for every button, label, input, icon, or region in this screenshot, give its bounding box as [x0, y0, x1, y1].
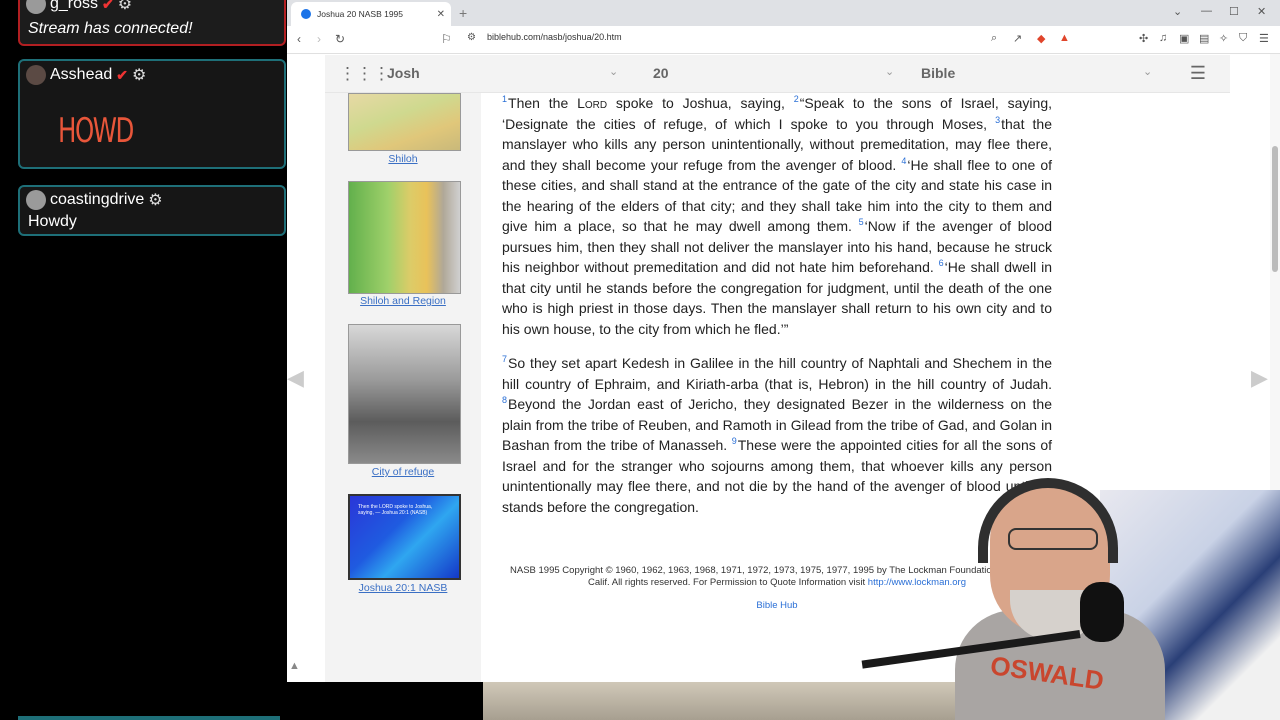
media-icon[interactable]: ♫	[1159, 32, 1167, 44]
paragraph: 1Then the Lord spoke to Joshua, saying, …	[502, 93, 1052, 339]
chat-message: Asshead ✔ ⚙ HOWD	[18, 59, 286, 169]
gear-icon: ⚙	[148, 192, 163, 209]
new-tab-icon[interactable]: +	[459, 5, 467, 21]
chat-header: Asshead ✔ ⚙	[26, 65, 146, 85]
gear-icon: ⚙	[117, 0, 133, 13]
verse-number[interactable]: 5	[859, 217, 864, 227]
chat-username: g_ross	[50, 0, 99, 12]
scroll-top-arrow-icon[interactable]: ▲	[289, 660, 300, 672]
chapter-text: 1Then the Lord spoke to Joshua, saying, …	[502, 93, 1052, 531]
thumbnail-caption[interactable]: Shiloh	[325, 153, 481, 165]
chat-text: HOWD	[58, 111, 134, 151]
chat-text: Stream has connected!	[28, 20, 193, 37]
overlay-divider	[18, 716, 280, 720]
verse-image-thumbnail[interactable]: Then the LORD spoke to Joshua, saying, —…	[348, 494, 461, 580]
close-icon[interactable]: ✕	[437, 9, 445, 20]
back-icon[interactable]: ‹	[297, 32, 301, 46]
verified-check-icon: ✔	[116, 66, 128, 83]
shield-icon[interactable]: ◆	[1037, 32, 1045, 45]
chat-message: g_ross ✔ ⚙ Stream has connected!	[18, 0, 286, 46]
chat-header: g_ross ✔ ⚙	[26, 0, 132, 14]
chevron-down-icon[interactable]: ⌄	[609, 65, 618, 78]
notification-icon[interactable]: ▲	[1059, 32, 1070, 44]
chat-text: Howdy	[28, 213, 77, 230]
verse-number[interactable]: 1	[502, 94, 507, 104]
chat-message: coastingdrive ⚙ Howdy	[18, 185, 286, 236]
verse-image-text: Then the LORD spoke to Joshua, saying, —…	[358, 504, 433, 516]
thumbnail-caption[interactable]: Shiloh and Region	[325, 295, 481, 307]
avatar	[26, 0, 46, 14]
prev-chapter-arrow-icon[interactable]: ◀	[287, 365, 304, 391]
verse-text: Then the	[508, 95, 578, 111]
share-icon[interactable]: ↗	[1013, 32, 1022, 45]
site-info-icon[interactable]: ⚙	[467, 32, 476, 43]
map-thumbnail[interactable]	[348, 93, 461, 151]
minimize-icon[interactable]: —	[1201, 5, 1212, 17]
headphones-icon	[978, 478, 1118, 563]
tab-bar: Joshua 20 NASB 1995 ✕ + ⌄ — ☐ ✕	[287, 0, 1280, 26]
verse-number[interactable]: 6	[939, 258, 944, 268]
verse-number[interactable]: 4	[901, 156, 906, 166]
map-thumbnail[interactable]	[348, 181, 461, 294]
favicon-icon	[301, 9, 311, 19]
gear-icon: ⚙	[132, 67, 147, 84]
chat-username: coastingdrive	[50, 191, 145, 208]
forward-icon[interactable]: ›	[317, 32, 321, 46]
address-bar[interactable]: biblehub.com/nasb/joshua/20.htm	[487, 32, 622, 42]
webcam-feed: OSWALD	[860, 470, 1280, 720]
verse-number[interactable]: 9	[732, 436, 737, 446]
chevron-down-icon[interactable]: ⌄	[885, 65, 894, 78]
book-select[interactable]: Josh	[387, 65, 420, 81]
microphone-icon	[1080, 582, 1124, 642]
tab-title: Joshua 20 NASB 1995	[317, 9, 404, 19]
avatar	[26, 65, 46, 85]
thumbnail-caption[interactable]: Joshua 20:1 NASB	[325, 582, 481, 594]
avatar	[26, 190, 46, 210]
zoom-icon[interactable]: ⌕	[991, 32, 997, 45]
chat-username: Asshead	[50, 66, 113, 83]
leo-icon[interactable]: ✧	[1219, 32, 1228, 45]
hamburger-menu-icon[interactable]: ☰	[1190, 63, 1206, 84]
thumbnail-caption[interactable]: City of refuge	[325, 466, 481, 478]
chapter-select[interactable]: 20	[653, 65, 669, 81]
verified-check-icon: ✔	[102, 0, 114, 12]
vpn-icon[interactable]: ⛉	[1239, 32, 1247, 45]
next-chapter-arrow-icon[interactable]: ▶	[1251, 365, 1268, 391]
browser-toolbar: ‹ › ↻ ⚐ ⚙ biblehub.com/nasb/joshua/20.ht…	[287, 26, 1280, 54]
sidebar-icon[interactable]: ▣	[1179, 32, 1189, 45]
extensions-icon[interactable]: ✣	[1139, 32, 1148, 45]
verse-text: Lord	[577, 95, 608, 111]
reload-icon[interactable]: ↻	[335, 32, 345, 46]
chevron-down-icon[interactable]: ⌄	[1143, 65, 1152, 78]
version-select[interactable]: Bible	[921, 65, 955, 81]
verse-text: So they set apart Kedesh in Galilee in t…	[502, 355, 1052, 392]
glasses	[1008, 528, 1098, 550]
bible-navbar: ⋮⋮⋮ Josh ⌄ 20 ⌄ Bible ⌄ ☰	[325, 55, 1230, 93]
sidebar: Shiloh Shiloh and Region City of refuge …	[325, 93, 481, 682]
verse-number[interactable]: 8	[502, 395, 507, 405]
menu-icon[interactable]: ☰	[1259, 32, 1269, 45]
verse-number[interactable]: 3	[995, 115, 1000, 125]
maximize-icon[interactable]: ☐	[1229, 5, 1239, 18]
chevron-down-icon[interactable]: ⌄	[1173, 5, 1182, 18]
wallet-icon[interactable]: ▤	[1199, 32, 1209, 45]
verse-text: spoke to Joshua, saying,	[607, 95, 785, 111]
grid-icon[interactable]: ⋮⋮⋮	[339, 64, 390, 84]
close-window-icon[interactable]: ✕	[1257, 5, 1266, 18]
bookmark-icon[interactable]: ⚐	[441, 32, 452, 46]
verse-number[interactable]: 2	[794, 94, 799, 104]
engraving-thumbnail[interactable]	[348, 324, 461, 464]
chat-header: coastingdrive ⚙	[26, 190, 163, 210]
verse-number[interactable]: 7	[502, 354, 507, 364]
browser-tab[interactable]: Joshua 20 NASB 1995 ✕	[291, 2, 451, 26]
scrollbar-thumb[interactable]	[1272, 146, 1278, 272]
screen: g_ross ✔ ⚙ Stream has connected! Asshead…	[0, 0, 1280, 720]
